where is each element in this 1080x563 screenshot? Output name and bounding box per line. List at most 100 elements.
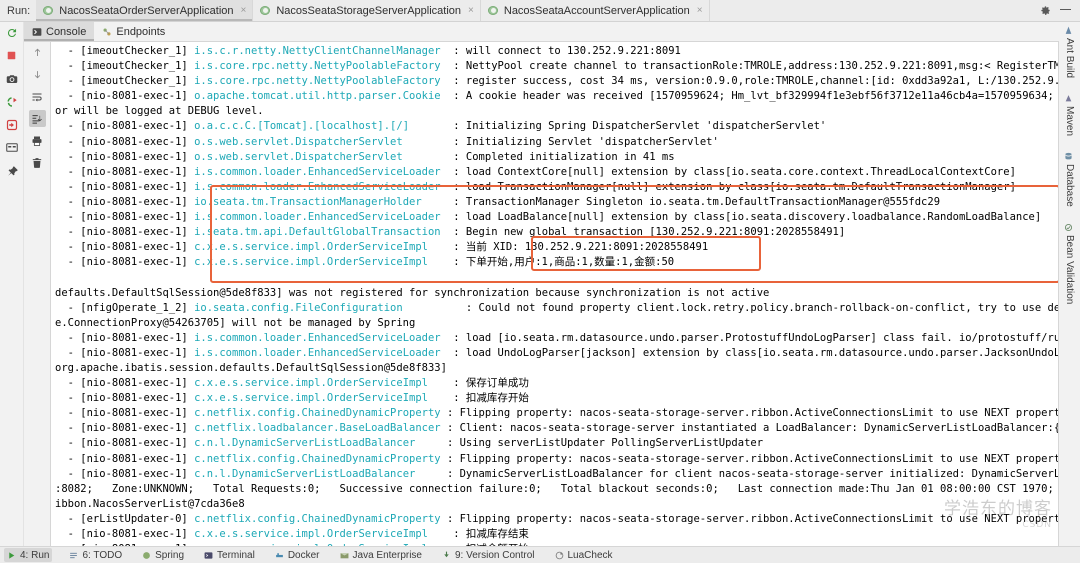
scroll-to-end-icon[interactable]	[28, 110, 46, 127]
console-line: - [imeoutChecker_1] i.s.core.rpc.netty.N…	[55, 74, 1058, 89]
exit-icon[interactable]	[3, 116, 20, 133]
console-subtab-endpoints[interactable]: Endpoints	[94, 22, 173, 41]
console-line: or will be logged at DEBUG level.	[55, 104, 1058, 119]
statusbar-item-java-enterprise[interactable]: Java Enterprise	[337, 548, 425, 562]
log-thread: - [nio-8081-exec-1]	[55, 226, 195, 239]
log-logger: c.n.l.DynamicServerListLoadBalancer	[194, 437, 416, 450]
print-icon[interactable]	[29, 132, 46, 149]
spring-boot-icon	[43, 5, 54, 16]
run-body: Console Endpoints - [imeoutChecker_1] i.…	[0, 22, 1080, 546]
log-logger: i.s.common.loader.EnhancedServiceLoader	[194, 180, 441, 193]
log-message: : register success, cost 34 ms, version:…	[440, 75, 1058, 88]
close-icon[interactable]: ×	[697, 5, 703, 16]
log-thread: - [erListUpdater-0]	[55, 512, 195, 525]
statusbar-item-luacheck[interactable]: LuaCheck	[552, 548, 616, 562]
endpoints-icon	[102, 27, 112, 37]
statusbar-item-label: 9: Version Control	[455, 549, 535, 561]
log-logger: c.x.e.s.service.impl.OrderServiceImpl	[194, 256, 428, 269]
log-logger: io.seata.config.FileConfiguration	[194, 301, 403, 314]
console-line: - [nfigOperate_1_2] io.seata.config.File…	[55, 301, 1058, 316]
console-output-panel[interactable]: - [imeoutChecker_1] i.s.c.r.netty.NettyC…	[51, 42, 1059, 546]
statusbar-item-4-run[interactable]: 4: Run	[4, 548, 53, 562]
statusbar-item-9-version-control[interactable]: 9: Version Control	[439, 548, 538, 562]
run-tab-0[interactable]: NacosSeataOrderServerApplication ×	[36, 0, 254, 21]
console-line: :8082; Zone:UNKNOWN; Total Requests:0; S…	[55, 482, 1058, 497]
console-line: - [erListUpdater-0] c.netflix.config.Cha…	[55, 512, 1058, 527]
tool-window-ant-build[interactable]: Ant Build	[1064, 24, 1075, 80]
log-thread: - [nio-8081-exec-1]	[55, 165, 195, 178]
camera-icon[interactable]	[3, 70, 20, 87]
console-line: - [nio-8081-exec-1] c.netflix.config.Cha…	[55, 452, 1058, 467]
log-thread: - [nio-8081-exec-1]	[55, 528, 195, 540]
log-message: : Could not found property client.lock.r…	[402, 301, 1058, 314]
console-line: ibbon.NacosServerList@7cda36e8	[55, 497, 1058, 512]
console-log[interactable]: - [imeoutChecker_1] i.s.c.r.netty.NettyC…	[51, 42, 1058, 546]
log-thread: - [nio-8081-exec-1]	[55, 346, 195, 359]
ant-icon	[1065, 26, 1074, 35]
layout-icon[interactable]	[3, 139, 20, 156]
database-icon	[1064, 152, 1074, 161]
log-logger: i.s.common.loader.EnhancedServiceLoader	[194, 346, 441, 359]
statusbar-item-label: 6: TODO	[82, 549, 123, 561]
console-line: - [nio-8081-exec-1] c.x.e.s.service.impl…	[55, 255, 1058, 270]
log-thread: - [nio-8081-exec-1]	[55, 377, 195, 390]
log-thread: - [nio-8081-exec-1]	[55, 543, 194, 546]
scroll-down-icon[interactable]	[29, 66, 46, 83]
tool-window-maven[interactable]: Maven	[1064, 92, 1075, 138]
console-line: - [nio-8081-exec-1] c.netflix.loadbalanc…	[55, 421, 1058, 436]
log-thread: - [nio-8081-exec-1]	[55, 120, 195, 133]
run-tab-label: NacosSeataAccountServerApplication	[503, 4, 690, 17]
spring-icon	[142, 551, 151, 560]
log-logger: c.netflix.config.ChainedDynamicProperty	[194, 407, 441, 420]
log-logger: c.x.e.s.service.impl.OrderServiceImpl	[194, 377, 428, 390]
run-actions-toolbar	[0, 22, 24, 546]
minimize-icon[interactable]	[1060, 9, 1071, 10]
log-message: : will connect to 130.252.9.221:8091	[440, 45, 681, 57]
statusbar-item-label: Spring	[155, 549, 185, 561]
gear-icon[interactable]	[1040, 5, 1051, 16]
spring-boot-icon	[260, 5, 271, 16]
console-line: - [nio-8081-exec-1] i.s.common.loader.En…	[55, 346, 1058, 361]
tool-window-bean-validation[interactable]: Bean Validation	[1064, 221, 1075, 306]
console-line: - [nio-8081-exec-1] i.s.common.loader.En…	[55, 331, 1058, 346]
stop-icon[interactable]	[3, 47, 20, 64]
soft-wrap-icon[interactable]	[29, 88, 46, 105]
close-icon[interactable]: ×	[468, 5, 474, 16]
log-thread: - [nio-8081-exec-1]	[55, 392, 195, 405]
log-message: : Begin new global transaction [130.252.…	[440, 226, 846, 239]
restart-icon[interactable]	[3, 93, 20, 110]
statusbar-item-6-todo[interactable]: 6: TODO	[66, 548, 125, 562]
run-tab-1[interactable]: NacosSeataStorageServerApplication ×	[253, 0, 481, 21]
close-icon[interactable]: ×	[241, 5, 247, 16]
log-thread: - [nio-8081-exec-1]	[55, 211, 195, 224]
log-logger: i.s.c.r.netty.NettyClientChannelManager	[194, 45, 441, 57]
console-area: - [imeoutChecker_1] i.s.c.r.netty.NettyC…	[24, 42, 1059, 546]
log-message: : NettyPool create channel to transactio…	[440, 60, 1058, 73]
right-tool-window-bar: Ant Build Maven Database Bean Validation	[1059, 22, 1080, 546]
console-icon	[32, 27, 42, 37]
scroll-up-icon[interactable]	[29, 44, 46, 61]
log-thread: - [nio-8081-exec-1]	[55, 467, 195, 480]
statusbar-item-docker[interactable]: Docker	[272, 548, 323, 562]
log-message: : Flipping property: nacos-seata-storage…	[440, 512, 1058, 525]
tool-window-label: Database	[1064, 164, 1075, 207]
log-thread: - [nio-8081-exec-1]	[55, 135, 195, 148]
statusbar-item-spring[interactable]: Spring	[139, 548, 187, 562]
pin-icon[interactable]	[3, 162, 20, 179]
log-message: : load TransactionManager[null] extensio…	[440, 180, 1016, 193]
tool-window-database[interactable]: Database	[1064, 150, 1075, 209]
log-logger: o.s.web.servlet.DispatcherServlet	[194, 135, 403, 148]
log-logger: o.a.c.c.C.[Tomcat].[localhost].[/]	[194, 120, 410, 133]
log-logger: c.netflix.config.ChainedDynamicProperty	[194, 452, 441, 465]
console-line: - [nio-8081-exec-1] c.x.e.s.service.impl…	[55, 542, 1058, 546]
run-icon	[7, 551, 16, 560]
log-message: : load LoadBalance[null] extension by cl…	[440, 211, 1042, 224]
console-subtab-console[interactable]: Console	[24, 22, 95, 41]
log-thread: - [nio-8081-exec-1]	[55, 256, 195, 269]
rerun-icon[interactable]	[3, 24, 20, 41]
statusbar-item-terminal[interactable]: Terminal	[201, 548, 258, 562]
run-tab-2[interactable]: NacosSeataAccountServerApplication ×	[481, 0, 710, 21]
console-line: - [nio-8081-exec-1] io.seata.tm.Transact…	[55, 195, 1058, 210]
trash-icon[interactable]	[29, 154, 46, 171]
